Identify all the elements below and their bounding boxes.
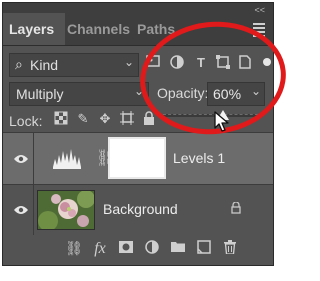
visibility-eye-icon[interactable] — [13, 205, 29, 215]
levels-adjustment-icon[interactable] — [45, 139, 95, 179]
layer-row-levels[interactable]: ⛓ Levels 1 — [3, 132, 273, 185]
add-mask-icon[interactable] — [117, 240, 135, 258]
layers-bottom-toolbar: ⛓ fx — [3, 235, 273, 265]
collapse-panel-icon[interactable]: << — [254, 5, 265, 15]
link-layers-icon[interactable]: ⛓ — [65, 240, 83, 258]
layer-row-background[interactable]: Background — [3, 184, 273, 236]
lock-artboard-icon[interactable] — [119, 111, 135, 129]
search-icon: ⌕ — [15, 56, 23, 72]
adjustment-layer-icon[interactable] — [143, 240, 161, 258]
blend-mode-dropdown[interactable]: Multiply ⌄ — [9, 82, 149, 106]
visibility-eye-icon[interactable] — [13, 154, 29, 164]
filter-kind-value: Kind — [30, 57, 59, 73]
lock-position-icon[interactable]: ✥ — [97, 111, 113, 129]
row-separator — [33, 185, 34, 235]
layer-name[interactable]: Levels 1 — [173, 150, 225, 166]
chevron-down-icon: ⌄ — [123, 55, 134, 69]
tab-layers[interactable]: Layers — [3, 13, 65, 45]
mouse-pointer-icon — [214, 111, 230, 138]
layer-thumbnail[interactable] — [37, 190, 95, 230]
filter-kind-dropdown[interactable]: ⌕ Kind ⌄ — [9, 53, 139, 77]
fx-icon[interactable]: fx — [91, 240, 109, 258]
delete-trash-icon[interactable] — [221, 240, 239, 258]
lock-transparent-pixels-icon[interactable] — [53, 111, 69, 129]
lock-image-pixels-icon[interactable]: ✎ — [75, 111, 91, 129]
group-folder-icon[interactable] — [169, 240, 187, 258]
blend-mode-value: Multiply — [16, 86, 64, 102]
new-layer-icon[interactable] — [195, 240, 213, 258]
layer-name[interactable]: Background — [103, 201, 178, 217]
layer-lock-icon — [231, 201, 241, 217]
lock-label: Lock: — [9, 113, 43, 129]
tab-channels[interactable]: Channels — [61, 13, 136, 45]
layer-mask-thumbnail[interactable] — [108, 137, 166, 179]
row-separator — [33, 133, 34, 185]
